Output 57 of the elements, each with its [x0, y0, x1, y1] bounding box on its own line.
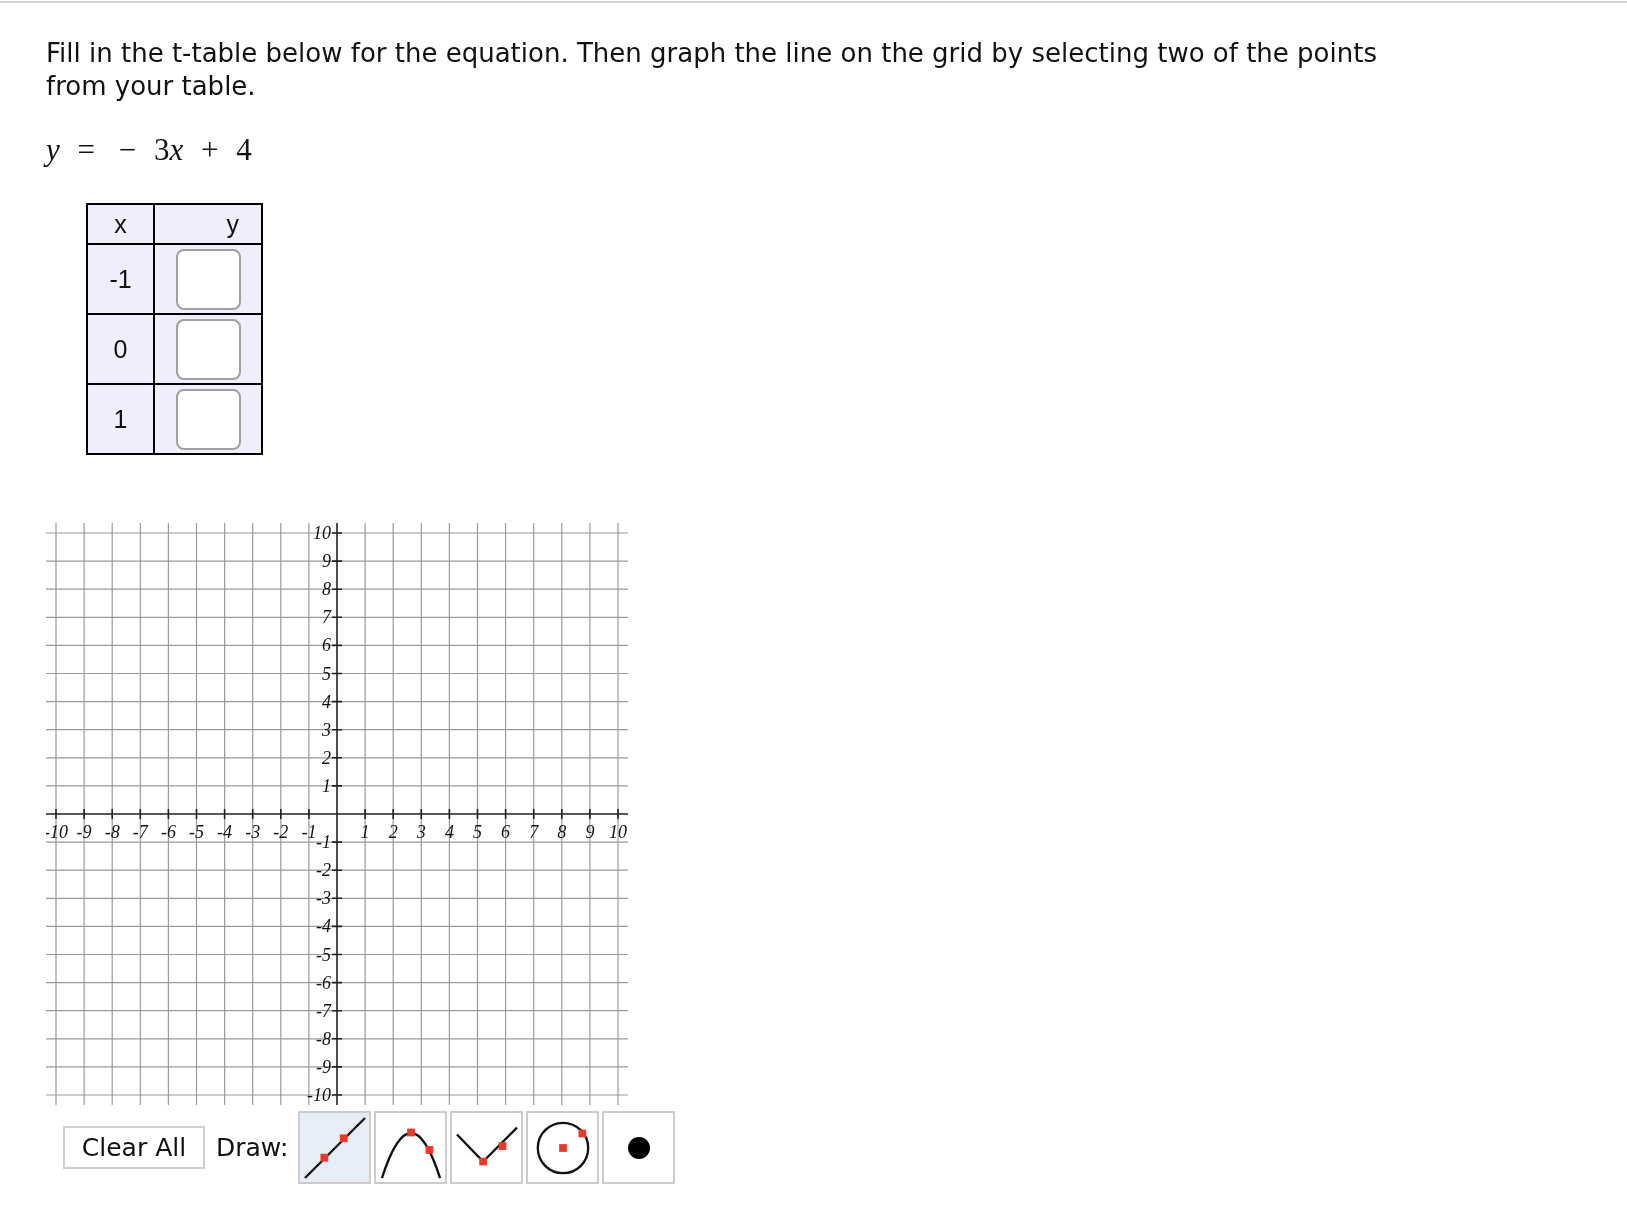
absolute-value-tool-button[interactable] [450, 1111, 524, 1184]
tick-label: -9 [316, 1056, 331, 1077]
tick-label: -2 [316, 860, 331, 881]
tick-label: -5 [189, 822, 204, 842]
tick-label: 7 [322, 607, 331, 628]
tick-label: 8 [322, 579, 331, 600]
tick-label: 2 [388, 822, 398, 842]
circle-tool-button[interactable] [526, 1111, 600, 1184]
table-cell: 0 [87, 314, 154, 384]
tick-label: -1 [316, 832, 331, 853]
tick-label: -6 [160, 822, 176, 842]
tick-label: -3 [316, 888, 331, 909]
tick-label: 9 [322, 551, 331, 572]
answer-field[interactable] [175, 388, 241, 450]
draw-label: Draw: [216, 1133, 289, 1162]
tick-label: -4 [316, 916, 331, 937]
tick-label: -3 [245, 822, 261, 842]
tick-label: 6 [322, 635, 331, 656]
tick-label: 10 [313, 523, 331, 543]
tick-label: 9 [585, 822, 595, 842]
tick-label: -2 [273, 822, 289, 842]
tick-label: 5 [473, 822, 482, 842]
tick-label: -9 [76, 822, 92, 842]
tick-label: -7 [132, 822, 148, 842]
point-tool-button[interactable] [602, 1111, 676, 1184]
tick-label: 6 [501, 822, 511, 842]
tick-label: 1 [360, 822, 370, 842]
tick-label: 4 [444, 822, 454, 842]
tick-label: -4 [217, 822, 233, 842]
dot-icon [627, 1136, 650, 1159]
tick-label: 3 [322, 719, 331, 740]
answer-field[interactable] [175, 248, 241, 310]
tick-label: -7 [316, 1000, 331, 1021]
tick-label: -1 [301, 822, 317, 842]
tick-label: 2 [322, 747, 331, 768]
answer-field[interactable] [175, 318, 241, 380]
tick-label: 3 [416, 822, 426, 842]
line-icon [303, 1116, 366, 1179]
tick-label: -8 [104, 822, 120, 842]
tick-label: 4 [322, 691, 331, 712]
tick-label: -6 [316, 972, 331, 993]
table-cell: 1 [87, 384, 154, 454]
table-header-cell: y [154, 204, 262, 244]
tick-label: 1 [322, 775, 331, 796]
tick-label: -5 [316, 944, 331, 965]
tick-label: -10 [307, 1085, 331, 1105]
instruction-text: Fill in the t-table below for the equation. Then graph the line on the grid by selecting two of the points from your table. [46, 37, 1378, 103]
clear-all-button[interactable]: Clear All [63, 1126, 205, 1169]
tick-label: 8 [557, 822, 567, 842]
table-cell: -1 [87, 244, 154, 314]
tick-label: 10 [609, 822, 627, 842]
parabola-tool-button[interactable] [374, 1111, 448, 1184]
line-tool-button[interactable] [298, 1111, 372, 1184]
tick-label: 7 [529, 822, 539, 842]
tick-label: -8 [316, 1028, 331, 1049]
tick-label: 5 [322, 663, 331, 684]
table-header-cell: x [87, 204, 154, 244]
